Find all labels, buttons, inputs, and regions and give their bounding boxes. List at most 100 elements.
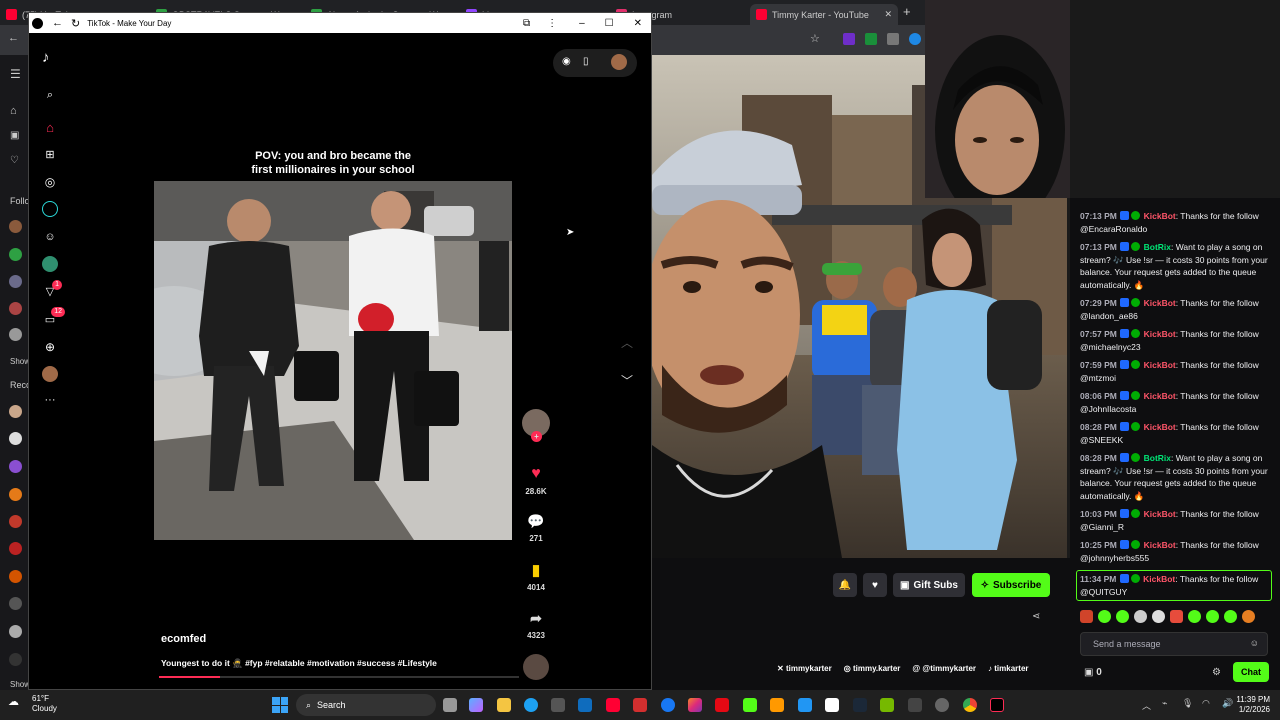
device-icon[interactable]: ▯ <box>583 56 589 67</box>
emoji-icon[interactable]: ☺ <box>1250 638 1259 648</box>
chat-message-input[interactable]: Send a message ☺ <box>1080 632 1268 656</box>
chevron-up-icon[interactable]: ︿ <box>621 334 633 351</box>
bg-tab-5[interactable]: Timmy Karter - YouTube ✕ <box>750 4 898 25</box>
windows-start-icon[interactable] <box>272 697 288 713</box>
tiktok-logo-icon[interactable]: ♪ <box>42 49 50 66</box>
new-tab-icon[interactable]: + <box>903 4 911 19</box>
x-social-link[interactable]: ✕ timmykarter <box>777 664 832 673</box>
msg-user[interactable]: KickBot <box>1144 298 1176 308</box>
avatar[interactable] <box>9 597 22 610</box>
app-icon[interactable] <box>798 698 812 712</box>
msg-user[interactable]: BotRix <box>1144 453 1171 463</box>
minimize-icon[interactable]: – <box>579 18 585 29</box>
user-avatar[interactable] <box>611 54 627 70</box>
emote-icon[interactable] <box>1116 610 1129 623</box>
save-button[interactable]: ▮ 4014 <box>519 561 553 592</box>
maximize-icon[interactable]: ☐ <box>605 18 614 29</box>
kick-icon[interactable] <box>743 698 757 712</box>
show-more-link[interactable]: Show <box>10 680 30 689</box>
msg-user[interactable]: KickBot <box>1144 509 1176 519</box>
msg-user[interactable]: KickBot <box>1144 211 1176 221</box>
more-menu-icon[interactable]: ⋮ <box>547 18 557 29</box>
youtube-icon[interactable] <box>606 698 620 712</box>
extensions-icon[interactable]: ⧉ <box>523 18 530 29</box>
back-arrow-icon[interactable]: ← <box>8 32 19 44</box>
tiktok-icon[interactable] <box>990 698 1004 712</box>
edge-icon[interactable] <box>524 698 538 712</box>
msg-user[interactable]: KickBot <box>1144 540 1176 550</box>
emote-icon[interactable] <box>1152 610 1165 623</box>
avatar[interactable] <box>9 570 22 583</box>
wifi-icon[interactable]: ◠ <box>1202 698 1210 709</box>
netflix-icon[interactable] <box>715 698 729 712</box>
avatar[interactable] <box>9 460 22 473</box>
msg-user[interactable]: BotRix <box>1144 242 1171 252</box>
taskbar-search-box[interactable]: ⌕ Search <box>296 694 436 716</box>
live-icon[interactable] <box>39 198 61 220</box>
upload-icon[interactable]: ⊕ <box>39 336 61 358</box>
settings-gear-icon[interactable]: ⚙ <box>1212 667 1221 678</box>
avatar[interactable] <box>9 432 22 445</box>
coin-icon[interactable]: ◉ <box>562 56 571 67</box>
reload-icon[interactable]: ↻ <box>71 17 80 30</box>
home-icon[interactable]: ⌂ <box>39 116 61 138</box>
microphone-icon[interactable]: 🎙 <box>1182 698 1193 709</box>
network-icon[interactable]: ⌁ <box>1162 698 1167 709</box>
video-player[interactable] <box>154 181 512 540</box>
extension-icon[interactable] <box>909 33 921 45</box>
emote-icon[interactable] <box>1098 610 1111 623</box>
friends-avatar-icon[interactable] <box>39 253 61 275</box>
avatar[interactable] <box>9 625 22 638</box>
avatar[interactable] <box>9 515 22 528</box>
steam-icon[interactable] <box>853 698 867 712</box>
threads-social-link[interactable]: @ @timmykarter <box>912 664 976 673</box>
share-icon[interactable]: ⋖ <box>1032 611 1040 622</box>
show-more-link[interactable]: Show <box>10 357 30 366</box>
extension-icon[interactable] <box>887 33 899 45</box>
msg-user[interactable]: KickBot <box>1144 360 1176 370</box>
msg-user[interactable]: KickBot <box>1144 329 1176 339</box>
avatar[interactable] <box>9 248 22 261</box>
avatar[interactable] <box>9 220 22 233</box>
emote-icon[interactable] <box>1080 610 1093 623</box>
weather-widget[interactable]: ☁ <box>8 695 19 708</box>
author-name[interactable]: ecomfed <box>161 633 206 645</box>
msg-user[interactable]: KickBot <box>1143 574 1175 584</box>
bell-icon[interactable]: 🔔 <box>833 573 857 597</box>
profile-avatar-icon[interactable] <box>39 363 61 385</box>
avatar[interactable] <box>9 542 22 555</box>
emote-icon[interactable] <box>1224 610 1237 623</box>
gift-subs-button[interactable]: ▣ Gift Subs <box>893 573 965 597</box>
shop-icon[interactable]: ⊞ <box>39 143 61 165</box>
instagram-social-link[interactable]: ◎ timmy.karter <box>844 664 901 673</box>
chrome-icon[interactable] <box>963 698 977 712</box>
app-icon[interactable] <box>908 698 922 712</box>
chevron-up-icon[interactable]: ︿ <box>1142 699 1151 712</box>
close-tab-icon[interactable]: ✕ <box>884 9 892 20</box>
comment-button[interactable]: 💬 271 <box>519 513 553 543</box>
avatar[interactable] <box>9 488 22 501</box>
activity-icon[interactable]: ▽ 1 <box>39 280 62 302</box>
close-icon[interactable]: ✕ <box>634 18 642 29</box>
chat-send-button[interactable]: Chat <box>1233 662 1269 682</box>
app-icon[interactable] <box>825 698 839 712</box>
app-icon[interactable] <box>633 698 647 712</box>
explore-icon[interactable]: ◎ <box>39 171 61 193</box>
inbox-icon[interactable]: ▭ 12 <box>39 307 65 330</box>
obs-icon[interactable] <box>935 698 949 712</box>
emote-icon[interactable] <box>1170 610 1183 623</box>
avatar[interactable] <box>9 328 22 341</box>
avatar[interactable] <box>9 653 22 666</box>
amazon-icon[interactable] <box>770 698 784 712</box>
sound-button[interactable] <box>519 654 553 680</box>
clock[interactable]: 11:39 PM 1/2/2026 <box>1232 695 1270 715</box>
tiktok-social-link[interactable]: ♪ timkarter <box>988 664 1028 673</box>
follow-plus-icon[interactable]: + <box>531 431 542 442</box>
msg-user[interactable]: KickBot <box>1144 422 1176 432</box>
msg-user[interactable]: KickBot <box>1144 391 1176 401</box>
task-view-icon[interactable] <box>443 698 457 712</box>
menu-icon[interactable]: ☰ <box>10 67 21 81</box>
home-icon[interactable]: ⌂ <box>10 105 17 117</box>
emote-icon[interactable] <box>1206 610 1219 623</box>
chevron-down-icon[interactable]: ﹀ <box>621 372 633 389</box>
